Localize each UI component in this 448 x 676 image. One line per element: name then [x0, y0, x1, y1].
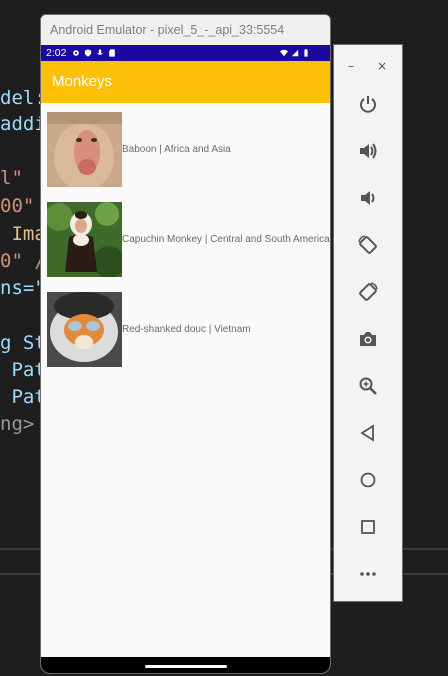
more-icon	[360, 572, 376, 576]
sd-card-icon	[109, 49, 116, 57]
volume-up-button[interactable]	[356, 139, 380, 163]
close-button[interactable]: ×	[377, 59, 387, 73]
code-line: ng>	[0, 413, 35, 435]
more-button[interactable]	[356, 562, 380, 586]
code-line: ns="	[0, 277, 46, 299]
shield-icon	[85, 49, 92, 57]
douc-image	[47, 291, 122, 367]
code-line: del:	[0, 87, 46, 109]
mic-icon	[97, 49, 104, 55]
zoom-icon	[359, 377, 377, 395]
zoom-button[interactable]	[356, 374, 380, 398]
volume-down-button[interactable]	[356, 186, 380, 210]
list-item-label: Capuchin Monkey | Central and South Amer…	[122, 233, 330, 245]
power-icon	[360, 96, 376, 113]
rotate-left-icon	[358, 235, 377, 254]
code-line: 0" /	[0, 250, 46, 272]
overview-button[interactable]	[356, 515, 380, 539]
home-icon	[360, 472, 376, 488]
rotate-right-button[interactable]	[356, 280, 380, 304]
home-gesture-handle[interactable]	[145, 665, 227, 668]
list-item-label: Baboon | Africa and Asia	[122, 143, 231, 155]
capuchin-image	[47, 201, 122, 277]
list-item-label: Red-shanked douc | Vietnam	[122, 323, 251, 335]
code-line: Ima	[0, 223, 46, 245]
code-line: addi	[0, 113, 46, 135]
signal-icon	[291, 49, 299, 57]
rotate-right-icon	[359, 282, 378, 301]
back-icon	[360, 424, 374, 442]
emulator-window: Android Emulator - pixel_5_-_api_33:5554…	[40, 14, 331, 674]
code-line: g St	[0, 332, 46, 354]
battery-icon	[304, 49, 308, 57]
android-status-bar: 2:02	[41, 45, 330, 61]
overview-icon	[361, 520, 375, 534]
rotate-left-button[interactable]	[356, 233, 380, 257]
volume-down-icon	[361, 191, 375, 205]
code-line: l"	[0, 167, 23, 189]
emulator-title-bar[interactable]: Android Emulator - pixel_5_-_api_33:5554	[41, 15, 330, 45]
camera-icon	[360, 332, 376, 346]
status-time: 2:02	[46, 47, 67, 59]
power-button[interactable]	[356, 92, 380, 116]
home-button[interactable]	[356, 468, 380, 492]
list-item[interactable]: Red-shanked douc | Vietnam	[41, 291, 330, 367]
screenshot-button[interactable]	[356, 327, 380, 351]
volume-up-icon	[360, 143, 377, 159]
android-nav-bar	[41, 657, 330, 673]
back-button[interactable]	[356, 421, 380, 445]
code-line: Pat	[0, 359, 46, 381]
code-line: 00"	[0, 195, 35, 217]
app-title: Monkeys	[52, 73, 113, 90]
emulator-side-toolbar: – ×	[333, 44, 403, 602]
app-bar: Monkeys	[41, 61, 330, 103]
baboon-image	[47, 111, 122, 187]
settings-icon	[73, 50, 80, 56]
wifi-icon	[280, 49, 288, 57]
code-line: Pat	[0, 386, 46, 408]
list-item[interactable]: Baboon | Africa and Asia	[41, 111, 330, 187]
minimize-button[interactable]: –	[348, 59, 354, 73]
list-item[interactable]: Capuchin Monkey | Central and South Amer…	[41, 201, 330, 277]
window-title: Android Emulator - pixel_5_-_api_33:5554	[50, 23, 285, 37]
